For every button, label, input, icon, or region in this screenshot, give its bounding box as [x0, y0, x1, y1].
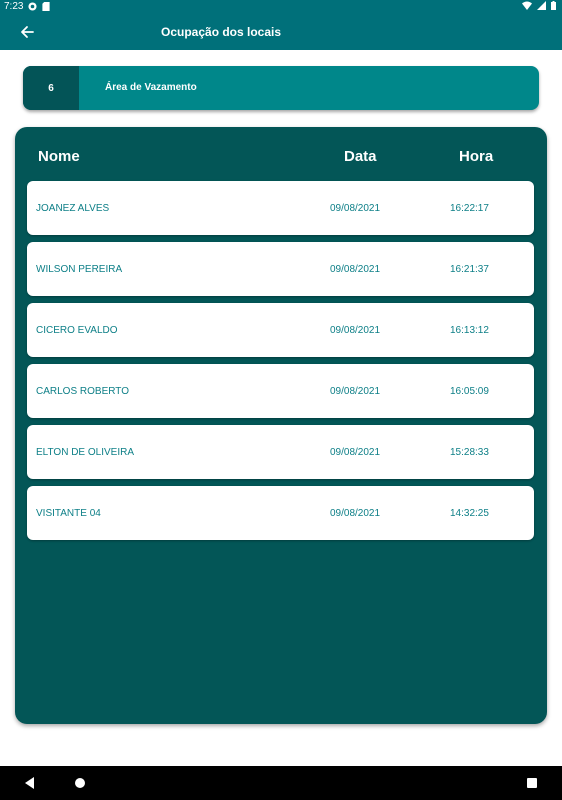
- back-arrow-icon[interactable]: [18, 23, 36, 41]
- row-date: 09/08/2021: [330, 203, 381, 214]
- row-time: 16:22:17: [450, 203, 489, 214]
- nav-home-icon[interactable]: [72, 775, 88, 791]
- location-name: Área de Vazamento: [105, 82, 197, 93]
- wifi-icon: [522, 1, 532, 10]
- table-row[interactable]: CARLOS ROBERTO 09/08/2021 16:05:09: [27, 364, 534, 418]
- app-notification-icon: [28, 2, 38, 11]
- signal-icon: [537, 1, 546, 10]
- table-row[interactable]: VISITANTE 04 09/08/2021 14:32:25: [27, 486, 534, 540]
- column-header-date: Data: [344, 148, 377, 165]
- nav-back-icon[interactable]: [22, 775, 38, 791]
- table-row[interactable]: WILSON PEREIRA 09/08/2021 16:21:37: [27, 242, 534, 296]
- battery-icon: [551, 1, 556, 10]
- row-date: 09/08/2021: [330, 447, 381, 458]
- row-time: 14:32:25: [450, 508, 489, 519]
- location-card: 6 Área de Vazamento: [23, 66, 539, 110]
- nav-recents-icon[interactable]: [524, 775, 540, 791]
- row-name: ELTON DE OLIVEIRA: [36, 447, 134, 458]
- system-nav-bar: [0, 766, 562, 800]
- row-date: 09/08/2021: [330, 508, 381, 519]
- page-title: Ocupação dos locais: [161, 25, 282, 39]
- row-date: 09/08/2021: [330, 264, 381, 275]
- status-bar: 7:23: [0, 0, 562, 14]
- status-time: 7:23: [4, 1, 24, 12]
- row-time: 16:21:37: [450, 264, 489, 275]
- row-name: VISITANTE 04: [36, 508, 101, 519]
- row-name: JOANEZ ALVES: [36, 203, 110, 214]
- sd-card-icon: [42, 2, 51, 11]
- table-row[interactable]: JOANEZ ALVES 09/08/2021 16:22:17: [27, 181, 534, 235]
- row-date: 09/08/2021: [330, 386, 381, 397]
- row-time: 16:13:12: [450, 325, 489, 336]
- app-bar: Ocupação dos locais: [0, 14, 562, 50]
- row-name: CICERO EVALDO: [36, 325, 118, 336]
- row-time: 15:28:33: [450, 447, 489, 458]
- row-name: WILSON PEREIRA: [36, 264, 123, 275]
- location-number: 6: [23, 66, 79, 110]
- row-date: 09/08/2021: [330, 325, 381, 336]
- column-header-time: Hora: [459, 148, 494, 165]
- table-row[interactable]: CICERO EVALDO 09/08/2021 16:13:12: [27, 303, 534, 357]
- occupancy-panel: Nome Data Hora JOANEZ ALVES 09/08/2021 1…: [15, 127, 547, 724]
- row-name: CARLOS ROBERTO: [36, 386, 129, 397]
- table-row[interactable]: ELTON DE OLIVEIRA 09/08/2021 15:28:33: [27, 425, 534, 479]
- row-time: 16:05:09: [450, 386, 489, 397]
- column-header-name: Nome: [38, 148, 80, 165]
